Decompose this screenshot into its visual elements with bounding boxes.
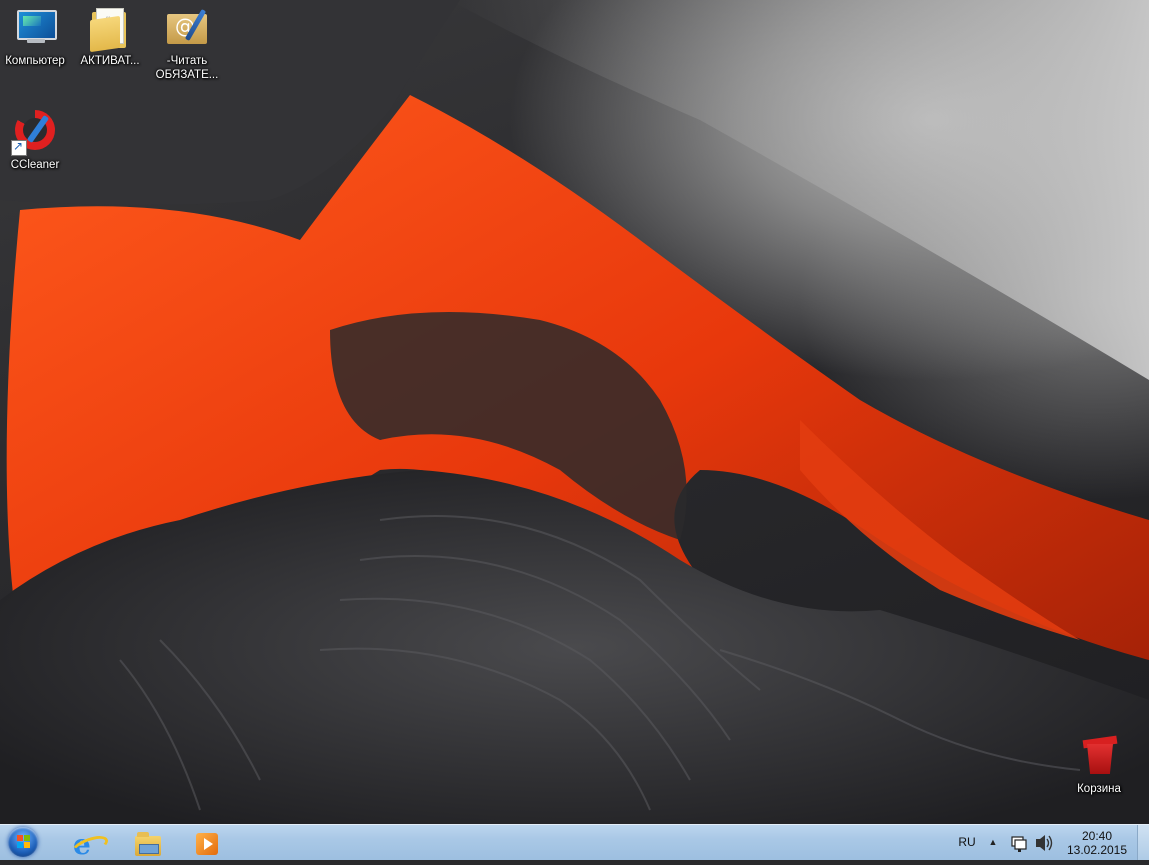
desktop-icon-label: Компьютер [5, 55, 65, 67]
taskbar: e RU ▲ 20:40 13.02.2015 [0, 824, 1149, 861]
media-player-icon [193, 830, 221, 856]
volume-icon[interactable] [1033, 825, 1055, 860]
desktop-wallpaper [0, 0, 1149, 824]
file-explorer-icon [133, 830, 161, 856]
taskbar-pin-media-player[interactable] [180, 827, 234, 858]
show-hidden-icons-button[interactable]: ▲ [985, 825, 1001, 860]
shortcut-arrow-icon [11, 139, 27, 156]
folder-icon: # [86, 4, 134, 53]
taskbar-pin-file-explorer[interactable] [120, 827, 174, 858]
desktop-icon-activator-folder[interactable]: # АКТИВАТ... [72, 4, 148, 68]
system-clock[interactable]: 20:40 13.02.2015 [1058, 825, 1136, 860]
desktop-icon-computer[interactable]: Компьютер [0, 4, 73, 68]
desktop-icon-read-document[interactable]: @ -Читать ОБЯЗАТЕ... [149, 4, 225, 82]
language-indicator[interactable]: RU [952, 825, 982, 860]
windows-start-orb-icon [8, 827, 38, 857]
recycle-bin-icon [1075, 732, 1123, 780]
desktop-icon-recycle-bin[interactable]: Корзина [1061, 732, 1137, 796]
clock-time: 20:40 [1081, 829, 1113, 843]
show-desktop-button[interactable] [1137, 825, 1149, 860]
desktop-icon-label: -Читать ОБЯЗАТЕ... [155, 55, 219, 81]
desktop-icon-label: АКТИВАТ... [80, 55, 140, 67]
desktop-icon-ccleaner[interactable]: CCleaner [0, 108, 73, 172]
computer-icon [11, 4, 59, 52]
network-icon[interactable] [1009, 825, 1029, 860]
lava-wallpaper-art [0, 0, 1149, 824]
taskbar-pin-internet-explorer[interactable]: e [60, 827, 114, 861]
internet-explorer-icon: e [69, 828, 111, 861]
desktop-icon-label: Корзина [1077, 783, 1121, 795]
ccleaner-icon [11, 108, 59, 156]
mail-document-icon: @ [163, 4, 211, 52]
desktop-icon-label: CCleaner [10, 159, 60, 171]
clock-date: 13.02.2015 [1066, 843, 1128, 857]
start-button[interactable] [2, 825, 46, 860]
